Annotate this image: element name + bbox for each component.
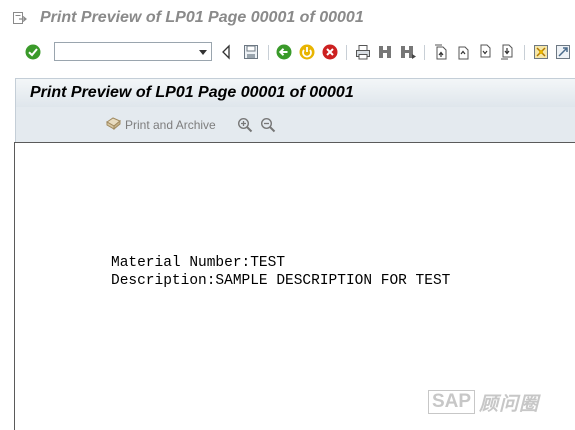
enter-icon[interactable]: [25, 44, 41, 60]
print-and-archive-label: Print and Archive: [125, 118, 216, 132]
previous-page-icon[interactable]: [455, 44, 471, 60]
back-nav-icon[interactable]: [218, 44, 234, 60]
print-and-archive-button[interactable]: Print and Archive: [105, 116, 216, 134]
command-input[interactable]: [57, 44, 193, 59]
window-menu-icon[interactable]: [13, 11, 27, 25]
window-title: Print Preview of LP01 Page 00001 of 0000…: [40, 9, 364, 26]
toolbar-separator: [524, 45, 525, 60]
title-bar: Print Preview of LP01 Page 00001 of 0000…: [0, 0, 575, 38]
toolbar-separator: [268, 45, 269, 60]
screen-header: Print Preview of LP01 Page 00001 of 0000…: [15, 78, 575, 107]
back-icon[interactable]: [276, 44, 292, 60]
application-toolbar: Print and Archive: [15, 107, 575, 142]
find-next-icon[interactable]: [400, 44, 416, 60]
command-field[interactable]: [54, 42, 212, 61]
print-preview-document: Material Number:TEST Description:SAMPLE …: [14, 142, 575, 430]
watermark-suffix: 顾问圈: [479, 392, 540, 415]
watermark-brand: SAP: [428, 390, 476, 414]
customize-layout-icon[interactable]: [533, 44, 549, 60]
toolbar-separator: [346, 45, 347, 60]
next-page-icon[interactable]: [477, 44, 493, 60]
toolbar-separator: [424, 45, 425, 60]
zoom-in-icon[interactable]: [237, 117, 253, 133]
document-line-material-number: Material Number:TEST: [111, 255, 286, 271]
print-archive-icon: [105, 116, 123, 135]
exit-icon[interactable]: [299, 44, 315, 60]
chevron-down-icon[interactable]: [197, 46, 209, 58]
page-title: Print Preview of LP01 Page 00001 of 0000…: [30, 84, 354, 101]
first-page-icon[interactable]: [433, 44, 449, 60]
print-icon[interactable]: [355, 44, 371, 60]
save-icon[interactable]: [243, 44, 259, 60]
cancel-icon[interactable]: [322, 44, 338, 60]
system-toolbar: [0, 38, 575, 67]
watermark-logo: SAP 顾问圈: [428, 389, 539, 415]
document-line-description: Description:SAMPLE DESCRIPTION FOR TEST: [111, 273, 451, 289]
find-icon[interactable]: [377, 44, 393, 60]
zoom-out-icon[interactable]: [260, 117, 276, 133]
last-page-icon[interactable]: [499, 44, 515, 60]
help-icon[interactable]: [555, 44, 571, 60]
